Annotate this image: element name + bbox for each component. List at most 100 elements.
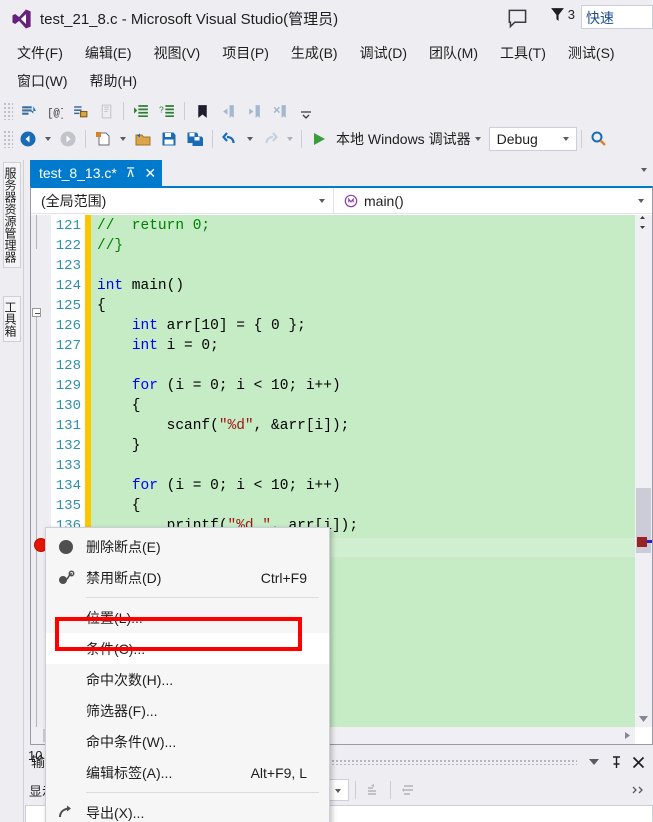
visual-studio-logo-icon [12, 9, 31, 29]
code-line[interactable]: for (i = 0; i < 10; i++) [97, 378, 341, 394]
code-line[interactable]: { [97, 298, 106, 314]
increase-indent-icon[interactable] [128, 99, 154, 123]
toolbar-overflow-icon[interactable] [293, 99, 319, 123]
context-menu-item-delete-breakpoint[interactable]: 删除断点(E) [46, 531, 329, 562]
feedback-bubble-icon[interactable] [505, 6, 531, 32]
close-icon[interactable]: ✕ [144, 165, 156, 182]
new-project-icon[interactable] [90, 127, 116, 151]
panel-close-icon[interactable] [627, 751, 649, 773]
menu-tools[interactable]: 工具(T) [489, 40, 557, 66]
save-icon[interactable] [156, 127, 182, 151]
menu-row-1: 文件(F) 编辑(E) 视图(V) 项目(P) 生成(B) 调试(D) 团队(M… [6, 40, 626, 66]
document-tab-test-8-13[interactable]: test_8_13.c* ⊼ ✕ [30, 160, 163, 186]
context-menu-item-edit-labels[interactable]: 编辑标签(A)... Alt+F9, L [46, 757, 329, 788]
clear-all-icon[interactable] [362, 779, 384, 801]
notification-flag-icon [550, 8, 564, 21]
code-line[interactable]: { [97, 498, 141, 514]
new-project-dropdown[interactable] [116, 127, 130, 151]
context-menu-item-label: 导出(X)... [86, 804, 145, 821]
pin-icon[interactable]: ⊼ [126, 165, 136, 181]
toolbar-grip[interactable] [3, 130, 13, 148]
code-line[interactable]: //} [97, 238, 123, 254]
start-debug-play-icon[interactable] [306, 127, 332, 151]
menu-window[interactable]: 窗口(W) [6, 68, 79, 94]
context-menu-item-filter[interactable]: 筛选器(F)... [46, 695, 329, 726]
menu-file[interactable]: 文件(F) [6, 40, 74, 66]
menu-help[interactable]: 帮助(H) [79, 68, 148, 94]
start-debug-label[interactable]: 本地 Windows 调试器 [336, 129, 471, 149]
navigate-backward-icon[interactable] [15, 127, 41, 151]
panel-pin-icon[interactable] [605, 751, 627, 773]
menu-debug[interactable]: 调试(D) [349, 40, 418, 66]
solution-configuration-combo[interactable]: Debug [488, 127, 577, 151]
redo-dropdown[interactable] [283, 127, 297, 151]
fold-collapse-box[interactable] [32, 308, 41, 317]
sidebar-item-toolbox[interactable]: 工具箱 [3, 296, 21, 342]
notification-indicator[interactable]: 3 [549, 6, 575, 23]
context-menu-item-when-hit[interactable]: 命中条件(W)... [46, 726, 329, 757]
left-dock-strip: 服务器资源管理器 工具箱 [0, 160, 24, 822]
panel-chevron-down-icon[interactable] [583, 751, 605, 773]
menu-test[interactable]: 测试(S) [557, 40, 626, 66]
code-line[interactable]: int main() [97, 278, 184, 294]
line-number: 124 [55, 278, 81, 294]
menu-view[interactable]: 视图(V) [143, 40, 212, 66]
uncomment-selection-icon[interactable] [93, 99, 119, 123]
tab-overflow-chevron-down-icon[interactable] [641, 168, 647, 172]
open-file-icon[interactable] [130, 127, 156, 151]
context-menu-item-export[interactable]: 导出(X)... [46, 797, 329, 822]
toolbar-grip[interactable] [3, 102, 13, 120]
scroll-right-arrow-icon[interactable] [623, 731, 632, 740]
toggle-bookmark-icon[interactable] [189, 99, 215, 123]
scroll-down-arrow-icon[interactable] [638, 714, 649, 724]
code-line[interactable]: scanf("%d", &arr[i]); [97, 418, 350, 434]
scope-combo[interactable]: (全局范围) [31, 188, 334, 214]
next-bookmark-icon[interactable] [241, 99, 267, 123]
member-combo[interactable]: main() [334, 188, 652, 214]
editor-navigation-bar: (全局范围) main() [31, 188, 652, 214]
editor-vertical-scrollbar[interactable] [635, 215, 652, 727]
menu-project[interactable]: 项目(P) [211, 40, 280, 66]
undo-dropdown[interactable] [243, 127, 257, 151]
toolbar-separator [301, 130, 302, 148]
undo-icon[interactable] [217, 127, 243, 151]
menu-build[interactable]: 生成(B) [280, 40, 349, 66]
redo-icon[interactable] [257, 127, 283, 151]
navigate-forward-icon[interactable] [55, 127, 81, 151]
output-overflow-icon[interactable] [627, 779, 649, 801]
context-menu-item-location[interactable]: 位置(L)... [46, 602, 329, 633]
clear-bookmarks-icon[interactable] [267, 99, 293, 123]
status-line-number: 10 [28, 748, 43, 763]
toolbar-separator [354, 781, 356, 799]
code-line[interactable]: // return 0; [97, 218, 210, 234]
menu-edit[interactable]: 编辑(E) [74, 40, 143, 66]
editor-split-grip[interactable] [635, 215, 652, 232]
start-debug-dropdown[interactable] [471, 127, 485, 151]
comment-selection-icon[interactable] [67, 99, 93, 123]
decrease-indent-icon[interactable]: ? [154, 99, 180, 123]
code-line[interactable]: for (i = 0; i < 10; i++) [97, 478, 341, 494]
context-menu-item-disable-breakpoint[interactable]: 禁用断点(D) Ctrl+F9 [46, 562, 329, 593]
find-in-files-icon[interactable] [586, 127, 612, 151]
chevron-down-icon [562, 137, 569, 141]
surround-with-icon[interactable]: [@] [41, 99, 67, 123]
context-menu-item-hit-count[interactable]: 命中次数(H)... [46, 664, 329, 695]
menu-team[interactable]: 团队(M) [418, 40, 489, 66]
save-all-icon[interactable] [182, 127, 208, 151]
context-menu-item-label: 筛选器(F)... [86, 702, 158, 719]
navigate-backward-dropdown[interactable] [41, 127, 55, 151]
context-menu-item-shortcut: Alt+F9, L [250, 764, 307, 781]
insert-snippet-icon[interactable] [15, 99, 41, 123]
code-line[interactable]: int i = 0; [97, 338, 219, 354]
scope-combo-value: (全局范围) [41, 193, 107, 209]
code-line[interactable]: } [97, 438, 141, 454]
member-combo-value: main() [364, 193, 404, 209]
previous-bookmark-icon[interactable] [215, 99, 241, 123]
context-menu-item-condition[interactable]: 条件(C)... [46, 633, 329, 664]
word-wrap-icon[interactable] [397, 779, 419, 801]
sidebar-item-server-explorer[interactable]: 服务器资源管理器 [3, 162, 21, 268]
code-line[interactable]: { [97, 398, 141, 414]
code-line[interactable]: int arr[10] = { 0 }; [97, 318, 306, 334]
context-menu-item-shortcut: Ctrl+F9 [260, 569, 307, 586]
quick-launch-input[interactable]: 快速 [581, 5, 653, 29]
